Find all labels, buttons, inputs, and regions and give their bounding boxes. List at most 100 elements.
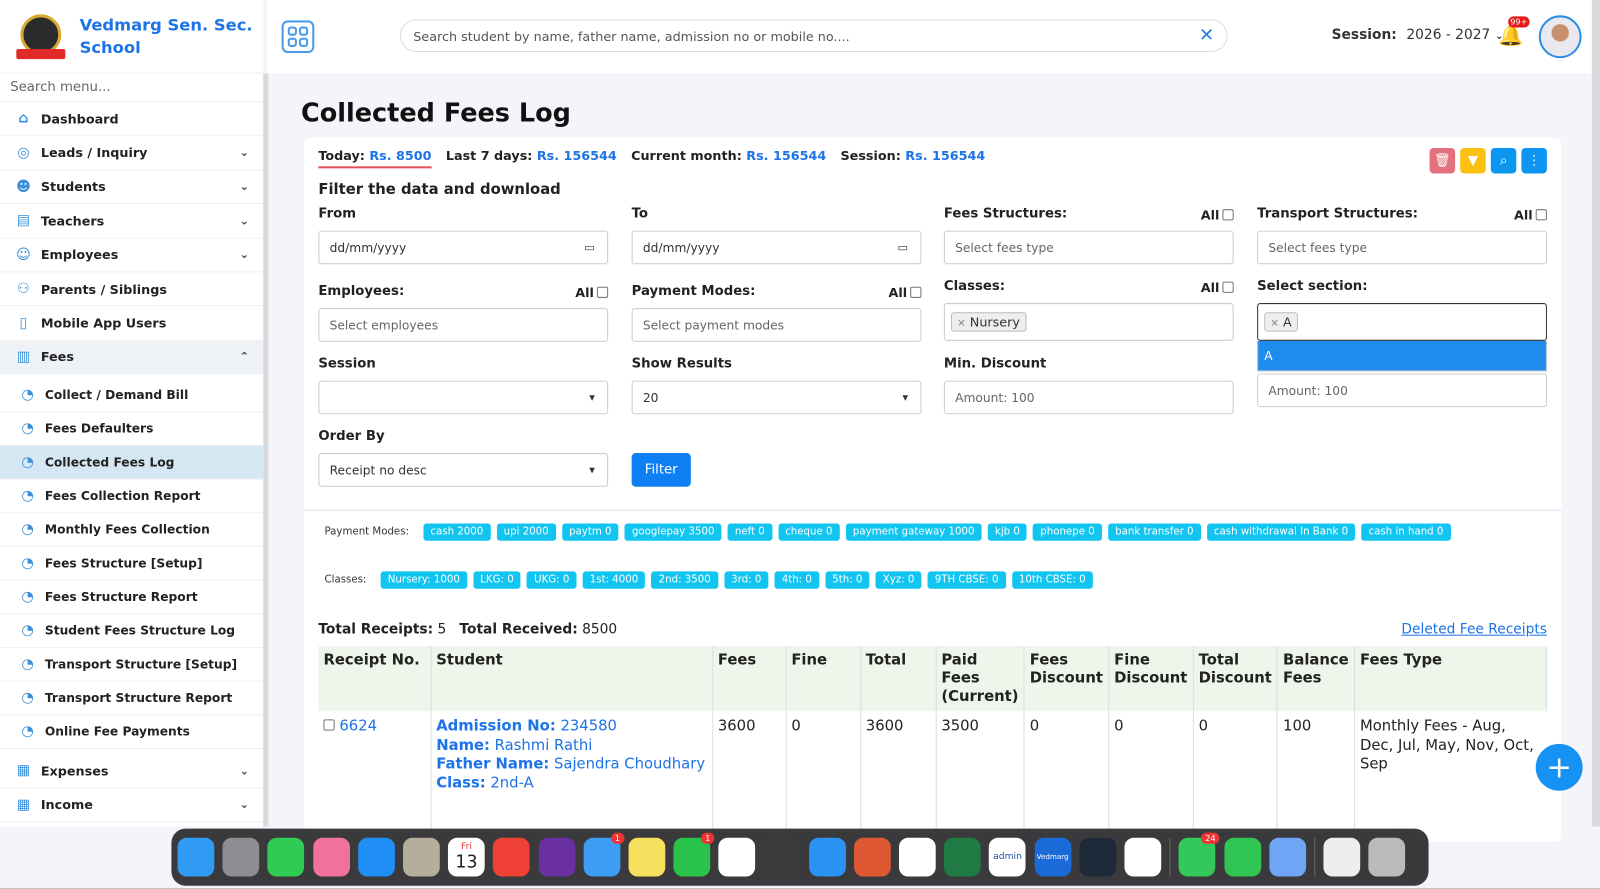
deleted-receipts-link[interactable]: Deleted Fee Receipts (1401, 621, 1547, 637)
firefox-icon[interactable] (538, 837, 575, 877)
vedmarg-icon[interactable]: Vedmarg (1034, 837, 1071, 877)
anydesk-icon[interactable] (493, 837, 530, 877)
filter-title: Filter the data and download (318, 181, 561, 198)
delete-button[interactable]: 🗑 (1429, 147, 1456, 174)
sidebar-subitem[interactable]: ◔ Transport Structure Report (0, 682, 264, 716)
transport-structures-select[interactable]: Select fees type (1257, 230, 1547, 265)
mail-icon[interactable]: 1 (583, 832, 625, 877)
sidebar-item-employees[interactable]: ☺ Employees ⌄ (0, 238, 264, 273)
employees-all-checkbox[interactable] (596, 286, 609, 298)
sidebar-subitem[interactable]: ◔ Online Fee Payments (0, 715, 264, 750)
sidebar-subitem[interactable]: ◔ Collect / Demand Bill (0, 379, 264, 413)
show-results-select[interactable]: 20 ▾ (631, 380, 922, 415)
documents-icon[interactable] (1323, 837, 1361, 877)
to-date-input[interactable]: dd/mm/yyyy ▭ (631, 230, 922, 265)
vedmarg-admin-icon[interactable]: admin (989, 837, 1026, 877)
menu-search-input[interactable]: Search menu... (0, 73, 264, 103)
notification-bell-icon[interactable]: 🔔 99+ (1498, 16, 1530, 47)
dock-badge: 1 (700, 832, 715, 844)
sidebar-item-label: Employees (40, 247, 119, 263)
webcam-icon[interactable] (1269, 837, 1306, 877)
notes-icon[interactable] (628, 837, 666, 877)
app-store-icon[interactable] (357, 837, 395, 877)
excel-icon[interactable] (944, 837, 981, 877)
user-avatar[interactable] (1538, 15, 1582, 59)
transport-all-checkbox[interactable] (1535, 209, 1547, 221)
wondershare-icon[interactable] (1079, 837, 1117, 877)
payment-modes-all-checkbox[interactable] (910, 286, 922, 298)
brand[interactable]: Vedmarg Sen. Sec. School (0, 0, 264, 74)
session-select[interactable]: ▾ (318, 380, 609, 415)
sidebar-item-income[interactable]: ▦ Income ⌄ (0, 788, 264, 823)
receipt-link[interactable]: 6624 (339, 718, 377, 734)
sidebar-item-mobile-app-users[interactable]: ▯ Mobile App Users (0, 306, 264, 341)
class-chip[interactable]: ✕ Nursery (951, 312, 1027, 332)
sidebar-item-fees[interactable]: ▥ Fees ⌃ (0, 340, 264, 375)
calendar-icon[interactable]: Fri 13 (448, 837, 485, 877)
more-button[interactable]: ⋮ (1521, 147, 1547, 174)
add-fab-button[interactable]: + (1535, 743, 1583, 791)
sidebar-item-students[interactable]: ☻ Students ⌄ (0, 170, 264, 205)
contacts-icon[interactable] (402, 837, 440, 877)
menu-item-icon: ▦ (16, 796, 31, 813)
student-search-input[interactable]: Search student by name, father name, adm… (399, 19, 1228, 53)
sidebar-subitem-label: Fees Structure [Setup] (44, 556, 203, 571)
sidebar-item-leads-inquiry[interactable]: ◎ Leads / Inquiry ⌄ (0, 136, 264, 171)
creative-cloud-icon[interactable] (312, 837, 350, 877)
session-selector[interactable]: Session: 2026 - 2027 ⌄ (1332, 27, 1504, 43)
windows-app-icon[interactable] (1124, 837, 1162, 877)
payment-modes-select[interactable]: Select payment modes (631, 308, 922, 342)
summary-tag: cash in hand 0 (1361, 523, 1451, 541)
fees-structures-select[interactable]: Select fees type (943, 230, 1234, 265)
menu-item-icon: ◔ (21, 656, 34, 673)
search-button[interactable]: ⌕ (1490, 147, 1517, 174)
opera-icon[interactable] (898, 837, 936, 877)
fees-structures-all-checkbox[interactable] (1222, 209, 1234, 221)
sidebar-subitem[interactable]: ◔ Transport Structure [Setup] (0, 648, 264, 682)
sidebar-scrollbar[interactable] (263, 73, 269, 827)
section-chip[interactable]: ✕ A (1264, 312, 1298, 332)
filter-button[interactable]: Filter (631, 453, 691, 487)
section-option[interactable]: A (1257, 340, 1547, 372)
funnel-icon: ▼ (1467, 153, 1479, 169)
apps-grid-button[interactable] (281, 20, 315, 54)
phone-icon[interactable] (1223, 837, 1261, 877)
sidebar-subitem[interactable]: ◔ Fees Collection Report (0, 480, 264, 514)
row-checkbox[interactable] (323, 719, 335, 731)
sidebar-subitem[interactable]: ◔ Fees Defaulters (0, 412, 264, 447)
chrome-icon[interactable] (718, 837, 756, 877)
sidebar-item-expenses[interactable]: ▦ Expenses ⌄ (0, 754, 264, 789)
total-discount-cell: 0 (1192, 711, 1278, 841)
min-discount-input[interactable]: Amount: 100 (943, 380, 1234, 415)
sidebar-subitem[interactable]: ◔ Fees Structure Report (0, 581, 264, 615)
employees-select[interactable]: Select employees (318, 308, 609, 342)
sidebar-subitem[interactable]: ◔ Fees Structure [Setup] (0, 547, 264, 581)
order-by-select[interactable]: Receipt no desc ▾ (318, 453, 609, 487)
sidebar-subitem[interactable]: ◔ Collected Fees Log (0, 446, 264, 480)
sidebar-item-teachers[interactable]: ▤ Teachers ⌄ (0, 204, 264, 239)
max-discount-input[interactable]: Amount: 100 (1257, 373, 1547, 408)
classes-select[interactable]: ✕ Nursery (943, 303, 1234, 341)
trash-icon[interactable] (1368, 837, 1406, 877)
menu-item-icon: ◔ (21, 386, 34, 404)
sublime-icon[interactable] (763, 837, 801, 877)
session-filter-label: Session (318, 356, 376, 372)
summary-tag: cash 2000 (423, 523, 491, 541)
duckduckgo-icon[interactable] (853, 837, 891, 877)
settings-icon[interactable] (222, 837, 260, 877)
from-date-input[interactable]: dd/mm/yyyy ▭ (318, 230, 609, 265)
sidebar-item-dashboard[interactable]: ⌂ Dashboard (0, 102, 264, 137)
clear-search-icon[interactable]: ✕ (1199, 24, 1214, 45)
facetime-icon[interactable] (267, 837, 305, 877)
sidebar-item-parents-siblings[interactable]: ⚇ Parents / Siblings (0, 272, 264, 307)
section-select[interactable]: ✕ A (1257, 303, 1547, 341)
finder-icon[interactable] (177, 837, 215, 877)
sidebar-subitem[interactable]: ◔ Monthly Fees Collection (0, 513, 264, 548)
page-scrollbar[interactable] (1591, 0, 1600, 827)
whatsapp-icon[interactable]: 1 (673, 832, 715, 877)
classes-all-checkbox[interactable] (1222, 281, 1234, 293)
sidebar-subitem[interactable]: ◔ Student Fees Structure Log (0, 614, 264, 649)
messages-icon[interactable]: 24 (1178, 832, 1220, 877)
safari-icon[interactable] (808, 837, 846, 877)
filter-toggle-button[interactable]: ▼ (1460, 147, 1486, 174)
